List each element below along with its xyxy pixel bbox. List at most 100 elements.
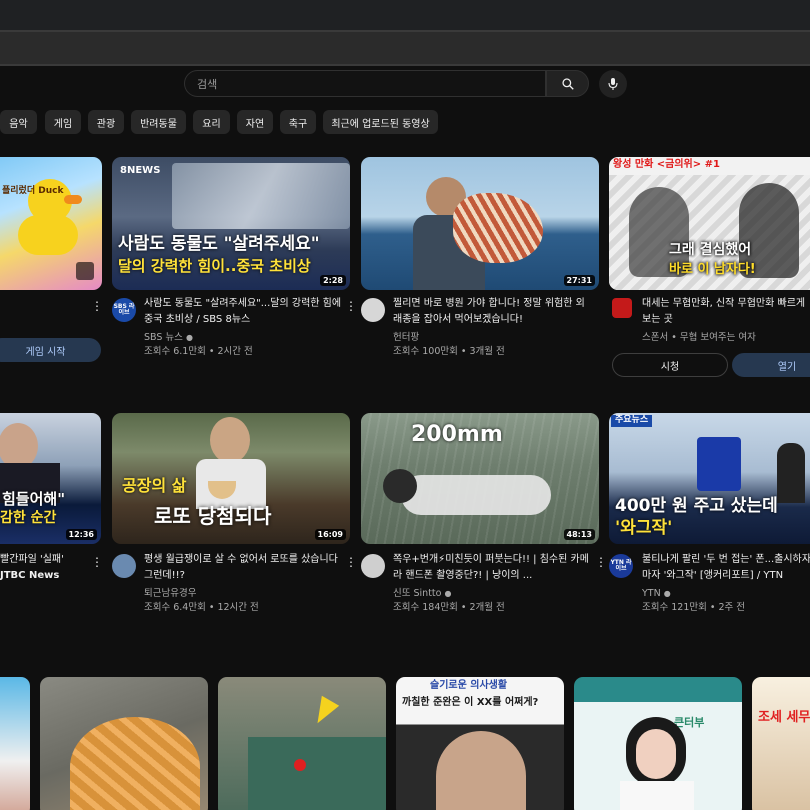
chip-cooking[interactable]: 요리 — [193, 110, 230, 134]
video-thumbnail[interactable]: 200mm 48:13 — [361, 413, 599, 544]
thumbnail-headline-1: 사람도 동물도 "살려주세요" — [118, 234, 320, 254]
channel-avatar[interactable] — [361, 554, 385, 578]
advertiser-avatar[interactable] — [612, 298, 632, 318]
video-thumbnail[interactable]: 플리렀더 Duck — [0, 157, 102, 290]
video-thumbnail[interactable]: 27:31 — [361, 157, 599, 290]
video-stats: 조회수 100만회 • 3개월 전 — [393, 346, 505, 357]
chip-recently-uploaded[interactable]: 최근에 업로드된 동영상 — [323, 110, 438, 134]
anchor-figure — [777, 443, 805, 503]
thumbnail-headline-2: '와그작' — [615, 518, 673, 538]
stormy-sea-image — [172, 163, 350, 229]
more-vert-icon[interactable]: ⋮ — [345, 554, 357, 570]
window-titlebar — [0, 0, 810, 30]
phone-display — [697, 437, 741, 491]
more-vert-icon[interactable]: ⋮ — [91, 554, 103, 570]
search-placeholder: 검색 — [197, 77, 218, 91]
video-title[interactable]: 빨간파일 '실패' JTBC News — [0, 552, 100, 584]
video-stats: 조회수 121만회 • 2주 전 — [642, 602, 746, 613]
person-head — [383, 469, 417, 503]
channel-avatar[interactable]: SBS 라이브 — [112, 298, 136, 322]
video-thumbnail[interactable]: 8NEWS 사람도 동물도 "살려주세요" 달의 강력한 힘이..중국 초비상 … — [112, 157, 350, 290]
ad-title[interactable]: 대세는 무협만화, 신작 무협만화 빠르게 보는 곳 — [642, 296, 810, 328]
open-button[interactable]: 열기 — [732, 353, 810, 377]
video-title[interactable]: 불티나게 팔린 '두 번 접는' 폰...출시하자마자 '와그작' [앵커리포트… — [642, 552, 810, 584]
short-headline: 조세 세무 — [758, 710, 810, 725]
verified-icon: ● — [185, 333, 193, 342]
short-thumbnail[interactable] — [218, 677, 386, 810]
search-input[interactable]: 검색 — [184, 70, 546, 97]
video-thumbnail[interactable]: 주요뉴스 400만 원 주고 샀는데 '와그작' — [609, 413, 810, 544]
arrow-marker — [308, 695, 340, 729]
video-duration: 2:28 — [320, 275, 346, 286]
video-stats: 조회수 6.1만회 • 2시간 전 — [144, 346, 253, 357]
video-title[interactable]: 평생 월급쟁이로 살 수 없어서 로또를 샀습니다 그런데!!? — [144, 552, 342, 584]
cat-image — [70, 717, 200, 810]
news-tag: 주요뉴스 — [611, 415, 653, 427]
short-headline: 까칠한 준완은 이 XX를 어쩌게? — [402, 697, 539, 708]
person-head — [436, 731, 526, 810]
ad-sponsor-label[interactable]: 스폰서 • 무협 보여주는 여자 — [642, 330, 810, 346]
watch-button[interactable]: 시청 — [612, 353, 728, 377]
person-face — [636, 729, 676, 779]
chip-tourism[interactable]: 관광 — [88, 110, 124, 134]
more-vert-icon[interactable]: ⋮ — [595, 554, 607, 570]
short-top-label: 슬기로운 의사생활 — [430, 680, 508, 691]
channel-avatar[interactable] — [112, 554, 136, 578]
thumbnail-headline-2: 로또 당첨되다 — [154, 504, 272, 528]
chip-soccer[interactable]: 축구 — [280, 110, 316, 134]
lionfish-image — [453, 193, 543, 263]
ad-top-label: 왕성 만화 <금의위> #1 — [613, 159, 720, 170]
short-thumbnail[interactable]: 슬기로운 의사생활 까칠한 준완은 이 XX를 어쩌게? — [396, 677, 564, 810]
video-stats: 조회수 184만회 • 2개월 전 — [393, 602, 505, 613]
chip-nature[interactable]: 자연 — [237, 110, 273, 134]
channel-name[interactable]: JTBC News — [0, 570, 59, 581]
video-title[interactable]: 찔리면 바로 병원 가야 합니다! 정말 위험한 외래종을 잡아서 먹어보겠습니… — [393, 296, 591, 328]
water-pool — [248, 737, 386, 810]
more-vert-icon[interactable]: ⋮ — [345, 298, 357, 314]
video-thumbnail[interactable]: 공장의 삶 로또 당첨되다 16:09 — [112, 413, 350, 544]
thumbnail-headline-1: 공장의 삶 — [122, 476, 187, 495]
ad-thumbnail[interactable]: 왕성 만화 <금의위> #1 그래 결심했어 바로 이 남자다! — [609, 157, 810, 290]
news-logo: 8NEWS — [120, 165, 161, 176]
thumbnail-overlay-text: 플리렀더 Duck — [2, 186, 64, 196]
start-game-button[interactable]: 게임 시작 — [0, 338, 101, 362]
video-duration: 48:13 — [563, 529, 595, 540]
thumbnail-headline-1: 400만 원 주고 샀는데 — [615, 496, 778, 516]
mic-icon — [608, 78, 618, 90]
thumbnail-headline-1: 힘들어해" — [2, 490, 66, 508]
video-title[interactable]: 쪽우+번개⚡미친듯이 퍼붓는다!! | 침수된 카메라 핸드폰 촬영중단?! |… — [393, 552, 591, 584]
red-buoy — [294, 759, 306, 771]
thumbnail-headline-1: 200mm — [411, 422, 503, 447]
chip-pets[interactable]: 반려동물 — [131, 110, 186, 134]
short-thumbnail[interactable]: 큰터부 — [574, 677, 742, 810]
voice-search-button[interactable] — [599, 70, 627, 98]
chip-gaming[interactable]: 게임 — [45, 110, 81, 134]
person-lying — [401, 475, 551, 515]
video-stats: 조회수 6.4만회 • 12시간 전 — [144, 602, 259, 613]
search-button[interactable] — [546, 70, 589, 97]
chip-music[interactable]: 음악 — [0, 110, 37, 134]
thumbnail-headline-2: 감한 순간 — [0, 510, 57, 526]
duck-body — [18, 215, 78, 255]
verified-icon: ● — [663, 589, 671, 598]
ad-headline-2: 바로 이 남자다! — [669, 262, 756, 277]
video-duration: 16:09 — [314, 529, 346, 540]
verified-icon: ● — [444, 589, 452, 598]
channel-avatar[interactable] — [361, 298, 385, 322]
ad-headline-1: 그래 결심했어 — [669, 242, 752, 258]
short-thumbnail[interactable]: 조세 세무 — [752, 677, 810, 810]
video-thumbnail[interactable]: 힘들어해" 감한 순간 12:36 — [0, 413, 101, 544]
search-icon — [561, 77, 574, 90]
browser-toolbar — [0, 30, 810, 66]
short-thumbnail[interactable] — [0, 677, 30, 810]
external-link-icon — [76, 262, 94, 280]
channel-avatar[interactable]: YTN 라이브 — [609, 554, 633, 578]
video-title[interactable]: 사람도 동물도 "살려주세요"...달의 강력한 힘에 중국 초비상 / SBS… — [144, 296, 342, 328]
duck-beak — [64, 195, 82, 204]
person-body — [620, 781, 694, 810]
video-duration: 27:31 — [563, 275, 595, 286]
more-vert-icon[interactable]: ⋮ — [91, 298, 103, 314]
short-thumbnail[interactable] — [40, 677, 208, 810]
video-duration: 12:36 — [65, 529, 97, 540]
person-head — [210, 417, 250, 463]
